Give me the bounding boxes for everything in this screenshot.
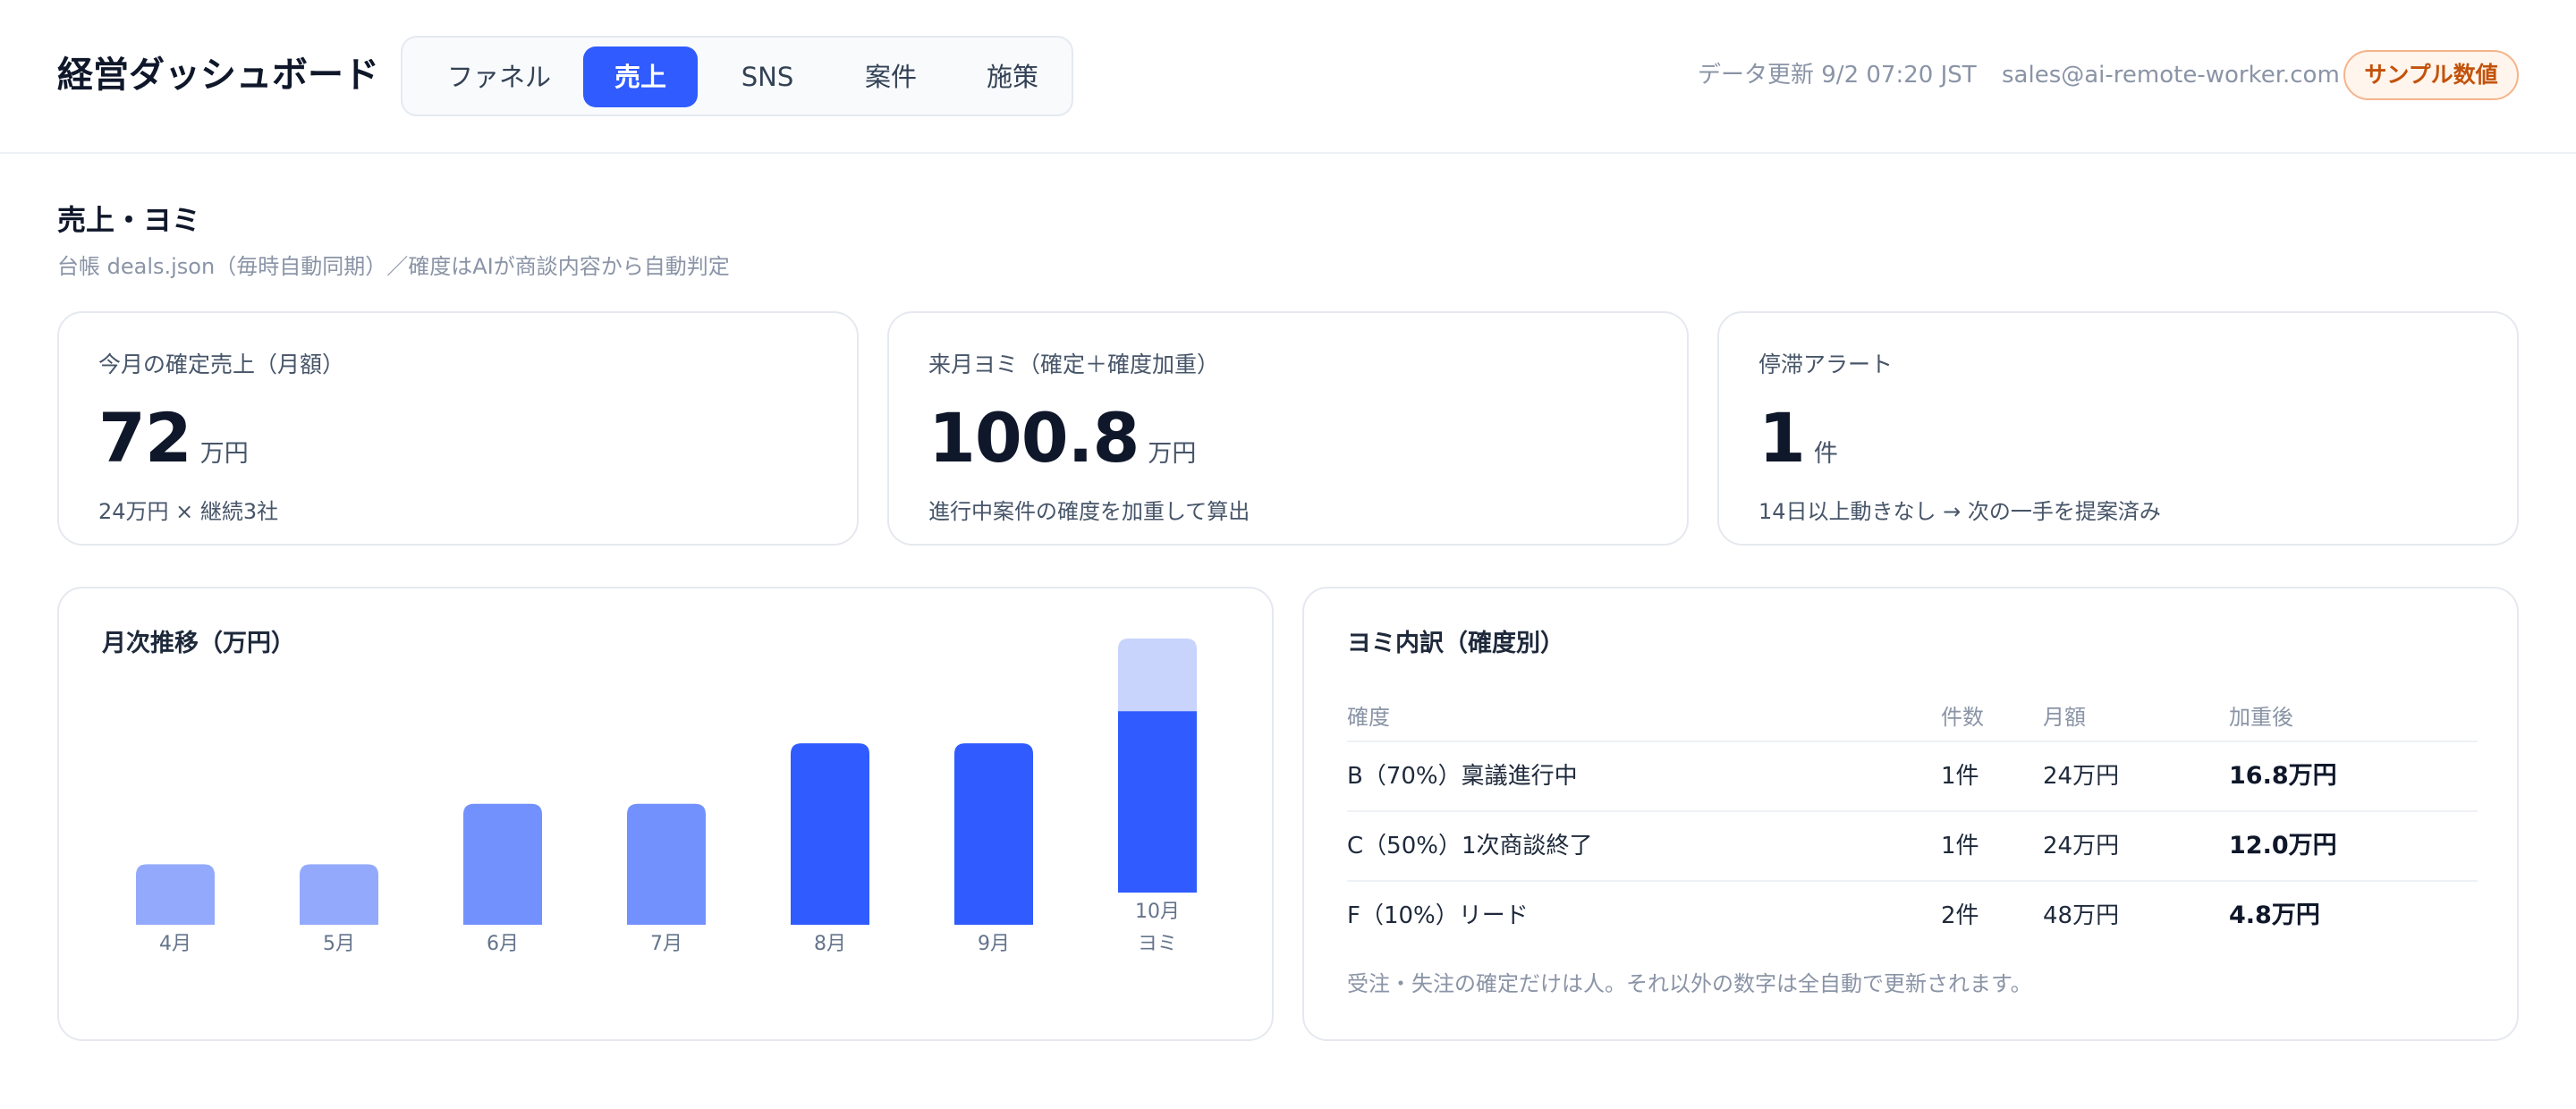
section-subtitle: 台帳 deals.json（毎時自動同期）／確度はAIが商談内容から自動判定 bbox=[57, 254, 730, 279]
cell-count: 1件 bbox=[1941, 833, 1979, 859]
user-email: sales@ai-remote-worker.com bbox=[2002, 62, 2340, 89]
col-header-monthly: 月額 bbox=[2043, 705, 2086, 730]
x-tick-label: ヨミ bbox=[1138, 933, 1177, 955]
kpi-card-next-month-forecast: 来月ヨミ（確定＋確度加重） 100.8 万円 進行中案件の確度を加重して算出 bbox=[887, 311, 1689, 546]
kpi-unit: 万円 bbox=[1148, 440, 1197, 468]
x-tick-label: 5月 bbox=[323, 933, 355, 955]
cell-probability: B（70%）稟議進行中 bbox=[1347, 763, 1578, 790]
cell-weighted: 16.8万円 bbox=[2229, 762, 2337, 790]
sample-values-badge: サンプル数値 bbox=[2343, 50, 2519, 100]
x-tick-label: 6月 bbox=[487, 933, 519, 955]
tab-sns[interactable]: SNS bbox=[710, 47, 825, 107]
bar-4 bbox=[791, 743, 869, 925]
tab-deals[interactable]: 案件 bbox=[834, 47, 948, 107]
x-tick-label: 10月 bbox=[1135, 901, 1180, 923]
cell-monthly: 24万円 bbox=[2043, 833, 2120, 859]
bar-0 bbox=[136, 864, 215, 925]
col-header-probability: 確度 bbox=[1347, 705, 1390, 730]
kpi-label: 今月の確定売上（月額） bbox=[98, 351, 345, 377]
cell-count: 2件 bbox=[1941, 902, 1979, 929]
cell-weighted: 4.8万円 bbox=[2229, 902, 2320, 929]
breakdown-title: ヨミ内訳（確度別） bbox=[1347, 630, 1564, 657]
cell-monthly: 48万円 bbox=[2043, 902, 2120, 929]
tab-sales[interactable]: 売上 bbox=[583, 47, 698, 107]
chart-title: 月次推移（万円） bbox=[102, 630, 295, 657]
x-tick-label: 9月 bbox=[978, 933, 1010, 955]
top-header: 経営ダッシュボード ファネル 売上 SNS 案件 施策 データ更新 9/2 07… bbox=[0, 0, 2576, 154]
bar-1 bbox=[300, 864, 378, 925]
nav-tabs: ファネル 売上 SNS 案件 施策 bbox=[401, 36, 1073, 116]
breakdown-note: 受注・失注の確定だけは人。それ以外の数字は全自動で更新されます。 bbox=[1347, 971, 2032, 996]
bar-2 bbox=[463, 803, 542, 925]
kpi-note: 14日以上動きなし → 次の一手を提案済み bbox=[1758, 499, 2161, 524]
table-row[interactable]: B（70%）稟議進行中 1件 24万円 16.8万円 bbox=[1347, 741, 2478, 810]
kpi-number: 72 bbox=[98, 398, 192, 478]
kpi-unit: 件 bbox=[1813, 440, 1838, 468]
cell-probability: F（10%）リード bbox=[1347, 902, 1529, 929]
col-header-weighted: 加重後 bbox=[2229, 705, 2293, 730]
cell-count: 1件 bbox=[1941, 763, 1979, 790]
monthly-trend-panel: 4月 5月 6月 7月 8月 9月 10月ヨミ 月次推移（万円） bbox=[57, 587, 1274, 1041]
kpi-value-row: 100.8 万円 bbox=[928, 395, 1196, 500]
kpi-value-row: 1件 bbox=[1758, 395, 1838, 500]
tab-funnel[interactable]: ファネル bbox=[413, 47, 585, 107]
col-header-count: 件数 bbox=[1941, 705, 1984, 730]
table-row[interactable]: C（50%）1次商談終了 1件 24万円 12.0万円 bbox=[1347, 810, 2478, 880]
cell-weighted: 12.0万円 bbox=[2229, 832, 2337, 859]
bar-6 bbox=[1118, 711, 1197, 893]
x-tick-label: 7月 bbox=[650, 933, 682, 955]
app-title: 経営ダッシュボード bbox=[57, 55, 379, 96]
kpi-card-confirmed-sales: 今月の確定売上（月額） 72 万円 24万円 × 継続3社 bbox=[57, 311, 859, 546]
kpi-value-row: 72 万円 bbox=[98, 395, 249, 500]
kpi-note: 進行中案件の確度を加重して算出 bbox=[928, 499, 1250, 524]
forecast-breakdown-panel: ヨミ内訳（確度別） 確度 件数 月額 加重後 B（70%）稟議進行中 1件 24… bbox=[1302, 587, 2519, 1041]
kpi-note: 24万円 × 継続3社 bbox=[98, 499, 279, 524]
kpi-label: 来月ヨミ（確定＋確度加重） bbox=[928, 351, 1220, 377]
bar-3 bbox=[627, 803, 706, 925]
section-title: 売上・ヨミ bbox=[57, 203, 201, 237]
table-row[interactable]: F（10%）リード 2件 48万円 4.8万円 bbox=[1347, 880, 2478, 950]
tab-initiatives[interactable]: 施策 bbox=[955, 47, 1070, 107]
data-updated-timestamp: データ更新 9/2 07:20 JST bbox=[1698, 62, 1977, 89]
x-tick-label: 4月 bbox=[159, 933, 191, 955]
bar-5 bbox=[954, 743, 1033, 925]
kpi-number: 1 bbox=[1758, 398, 1806, 478]
cell-probability: C（50%）1次商談終了 bbox=[1347, 833, 1593, 859]
kpi-unit: 万円 bbox=[199, 440, 249, 468]
bar-forecast-6 bbox=[1118, 638, 1197, 712]
kpi-card-stall-alert: 停滞アラート 1件 14日以上動きなし → 次の一手を提案済み bbox=[1717, 311, 2519, 546]
kpi-label: 停滞アラート bbox=[1758, 351, 1894, 377]
cell-monthly: 24万円 bbox=[2043, 763, 2120, 790]
x-tick-label: 8月 bbox=[814, 933, 846, 955]
kpi-number: 100.8 bbox=[928, 398, 1140, 478]
